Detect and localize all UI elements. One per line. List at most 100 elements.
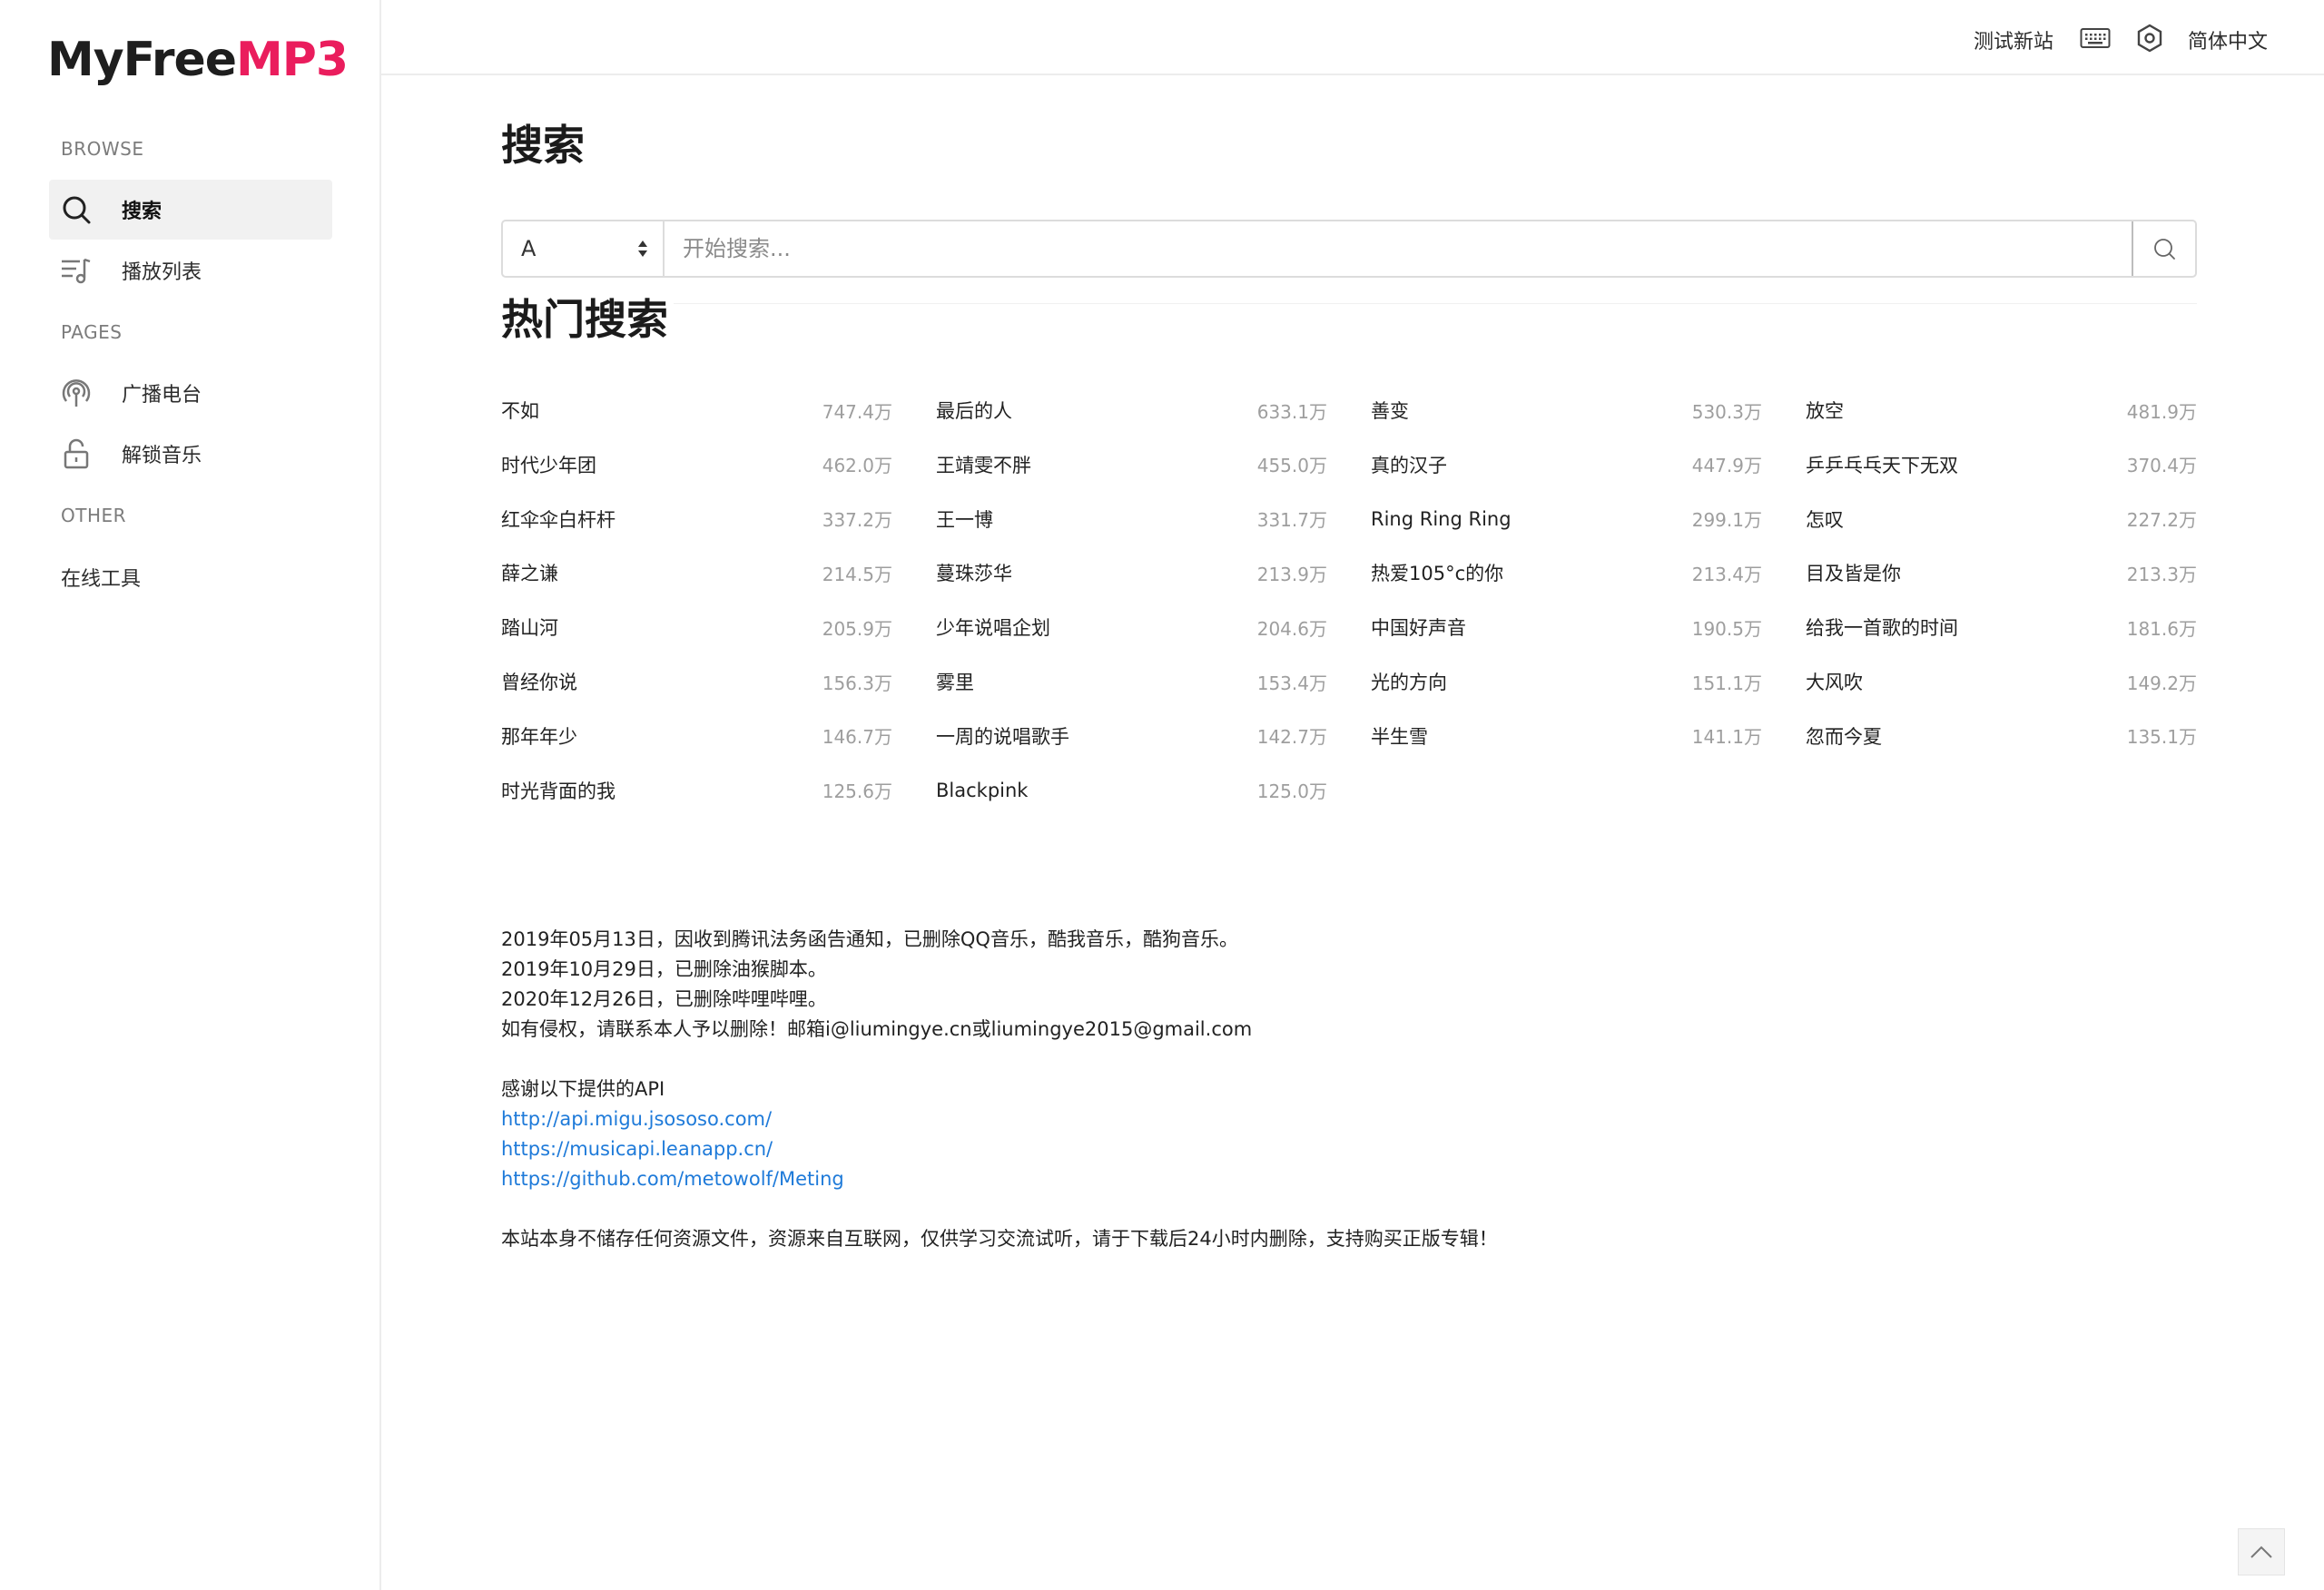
notice-block: 2019年05月13日，因收到腾讯法务函告通知，已删除QQ音乐，酷我音乐，酷狗音… (501, 925, 1863, 1254)
hot-search-count: 151.1万 (1691, 672, 1762, 694)
hot-search-item[interactable]: 一周的说唱歌手 142.7万 (936, 711, 1327, 761)
hot-search-count: 125.0万 (1256, 780, 1327, 803)
api-link[interactable]: https://github.com/metowolf/Meting (501, 1168, 844, 1190)
sidebar-item-playlist[interactable]: 播放列表 (49, 240, 332, 300)
hot-search-count: 125.6万 (822, 780, 892, 803)
hot-search-count: 299.1万 (1691, 509, 1762, 532)
topbar: 测试新站 简体中文 (381, 0, 2324, 75)
sidebar-item-label: 解锁音乐 (122, 445, 202, 467)
hot-search-item[interactable]: 那年年少 146.7万 (501, 711, 892, 761)
hot-search-name: 中国好声音 (1371, 617, 1466, 640)
section-browse: BROWSE (61, 138, 144, 160)
source-select[interactable]: A (503, 221, 665, 276)
sidebar-item-search[interactable]: 搜索 (49, 180, 332, 240)
hot-search-count: 141.1万 (1691, 726, 1762, 749)
sidebar-item-label: 播放列表 (122, 261, 202, 284)
hot-search-item[interactable]: 光的方向 151.1万 (1371, 656, 1762, 707)
test-site-link[interactable]: 测试新站 (1974, 25, 2053, 54)
hot-search-count: 462.0万 (822, 455, 892, 477)
hot-search-item[interactable]: 时光背面的我 125.6万 (501, 765, 892, 816)
hot-search-count: 146.7万 (822, 726, 892, 749)
search-icon (2154, 239, 2175, 260)
notice-line: 如有侵权，请联系本人予以删除！邮箱i@liumingye.cn或liumingy… (501, 1018, 1253, 1040)
hot-search-item[interactable]: Blackpink 125.0万 (936, 765, 1327, 816)
hot-search-item[interactable]: 半生雪 141.1万 (1371, 711, 1762, 761)
hot-search-name: 忽而今夏 (1806, 725, 1882, 748)
hot-search-name: 时代少年团 (501, 454, 596, 476)
sidebar-item-online-tools[interactable]: 在线工具 (61, 563, 141, 592)
hot-search-item[interactable]: 善变 530.3万 (1371, 385, 1762, 436)
logo[interactable]: MyFreeMP3 (47, 33, 349, 87)
hot-search-name: Blackpink (936, 779, 1029, 801)
section-pages: PAGES (61, 321, 123, 343)
language-selector[interactable]: 简体中文 (2188, 25, 2268, 54)
hot-search-item[interactable]: 少年说唱企划 204.6万 (936, 602, 1327, 653)
hot-search-count: 481.9万 (2126, 400, 2197, 423)
hot-search-item[interactable]: 薛之谦 214.5万 (501, 547, 892, 598)
hot-search-item[interactable]: 给我一首歌的时间 181.6万 (1806, 602, 2197, 653)
hot-search-item[interactable]: 雾里 153.4万 (936, 656, 1327, 707)
hot-search-title: 热门搜索 (501, 287, 674, 347)
hot-search-count: 153.4万 (1256, 672, 1327, 694)
sidebar-item-label: 广播电台 (122, 384, 202, 407)
hot-search-item[interactable]: 热爱105°c的你 213.4万 (1371, 547, 1762, 598)
hot-search-name: Ring Ring Ring (1371, 507, 1512, 530)
hot-search-item[interactable]: 时代少年团 462.0万 (501, 439, 892, 490)
hot-search-count: 455.0万 (1256, 455, 1327, 477)
hot-search-item[interactable]: 蔓珠莎华 213.9万 (936, 547, 1327, 598)
hot-search-item[interactable]: 王一博 331.7万 (936, 494, 1327, 545)
hot-search-count: 135.1万 (2126, 726, 2197, 749)
search-bar: A (501, 220, 2197, 278)
hot-search-item[interactable]: 大风吹 149.2万 (1806, 656, 2197, 707)
hot-search-name: 王靖雯不胖 (936, 454, 1031, 476)
hot-search-name: 曾经你说 (501, 672, 577, 693)
hot-search-count: 149.2万 (2126, 672, 2197, 694)
hot-search-count: 370.4万 (2126, 455, 2197, 477)
search-input[interactable] (665, 221, 2132, 276)
hot-search-item[interactable]: 忽而今夏 135.1万 (1806, 711, 2197, 761)
sidebar-item-radio[interactable]: 广播电台 (49, 363, 332, 423)
keyboard-icon[interactable] (2079, 22, 2112, 54)
source-select-value: A (521, 236, 537, 261)
hot-search-name: 一周的说唱歌手 (936, 725, 1069, 748)
hot-search-count: 156.3万 (822, 672, 892, 694)
hot-search-name: 善变 (1371, 400, 1409, 422)
hot-search-item[interactable]: 真的汉子 447.9万 (1371, 439, 1762, 490)
section-divider (501, 303, 2197, 304)
hot-search-count: 213.4万 (1691, 563, 1762, 585)
api-link[interactable]: https://musicapi.leanapp.cn/ (501, 1138, 773, 1160)
back-to-top-button[interactable] (2238, 1528, 2285, 1575)
unlock-icon (60, 437, 93, 470)
sidebar-item-unlock[interactable]: 解锁音乐 (49, 424, 332, 484)
hot-search-item[interactable]: 怎叹 227.2万 (1806, 494, 2197, 545)
hot-search-count: 205.9万 (822, 617, 892, 640)
hot-search-item[interactable]: 中国好声音 190.5万 (1371, 602, 1762, 653)
hot-search-item[interactable]: 乒乒乓乓天下无双 370.4万 (1806, 439, 2197, 490)
hot-search-name: 蔓珠莎华 (936, 563, 1012, 585)
search-button[interactable] (2132, 221, 2195, 276)
hot-search-name: 乒乒乓乓天下无双 (1806, 454, 1958, 476)
hot-search-name: 少年说唱企划 (936, 617, 1050, 640)
hot-search-count: 633.1万 (1256, 400, 1327, 423)
hot-search-count: 530.3万 (1691, 400, 1762, 423)
thanks-heading: 感谢以下提供的API (501, 1078, 665, 1100)
hot-search-item[interactable]: 曾经你说 156.3万 (501, 656, 892, 707)
hot-search-item[interactable]: 踏山河 205.9万 (501, 602, 892, 653)
hot-search-item[interactable]: 放空 481.9万 (1806, 385, 2197, 436)
logo-accent: MP3 (236, 33, 349, 87)
hot-search-item[interactable]: Ring Ring Ring 299.1万 (1371, 494, 1762, 545)
api-link[interactable]: http://api.migu.jsososo.com/ (501, 1108, 772, 1130)
hot-search-name: 雾里 (936, 672, 974, 693)
hot-search-item[interactable]: 最后的人 633.1万 (936, 385, 1327, 436)
select-arrows-icon (638, 240, 647, 257)
hot-search-item[interactable]: 王靖雯不胖 455.0万 (936, 439, 1327, 490)
sidebar: MyFreeMP3 BROWSE 搜索 播放列表 PAGES 广播电台 解锁音乐… (0, 0, 381, 1590)
settings-icon[interactable] (2133, 22, 2166, 54)
hot-search-item[interactable]: 不如 747.4万 (501, 385, 892, 436)
hot-search-count: 214.5万 (822, 563, 892, 585)
hot-search-item[interactable]: 目及皆是你 213.3万 (1806, 547, 2197, 598)
hot-search-count: 337.2万 (822, 509, 892, 532)
hot-search-item[interactable]: 红伞伞白杆杆 337.2万 (501, 494, 892, 545)
hot-search-count: 331.7万 (1256, 509, 1327, 532)
hot-search-name: 真的汉子 (1371, 454, 1447, 476)
